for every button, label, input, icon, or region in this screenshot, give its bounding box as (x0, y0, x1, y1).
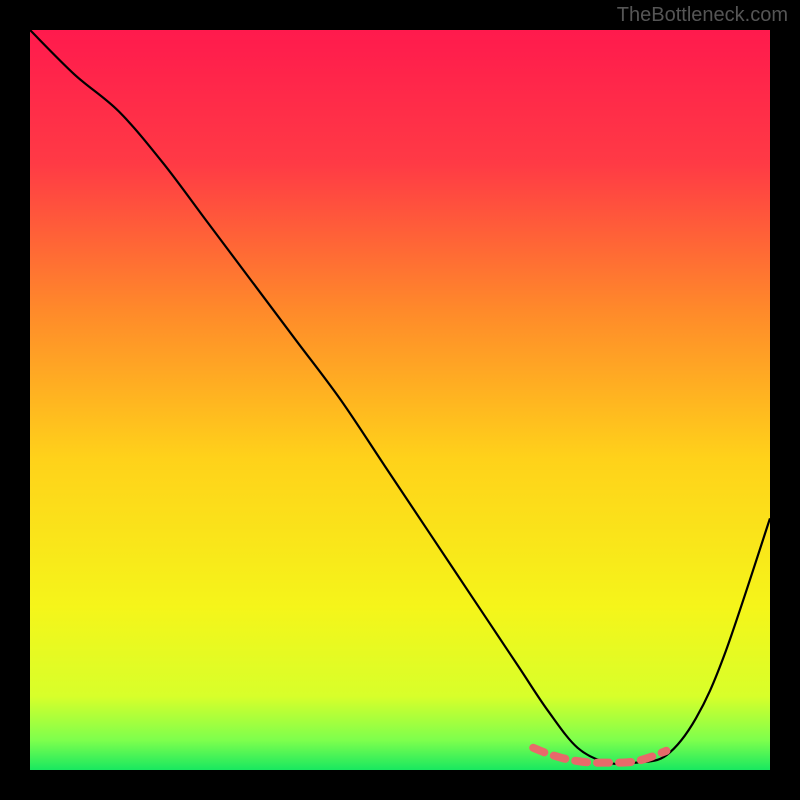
bottleneck-chart (30, 30, 770, 770)
attribution-text: TheBottleneck.com (617, 4, 788, 27)
chart-container (30, 30, 770, 770)
gradient-background (30, 30, 770, 770)
